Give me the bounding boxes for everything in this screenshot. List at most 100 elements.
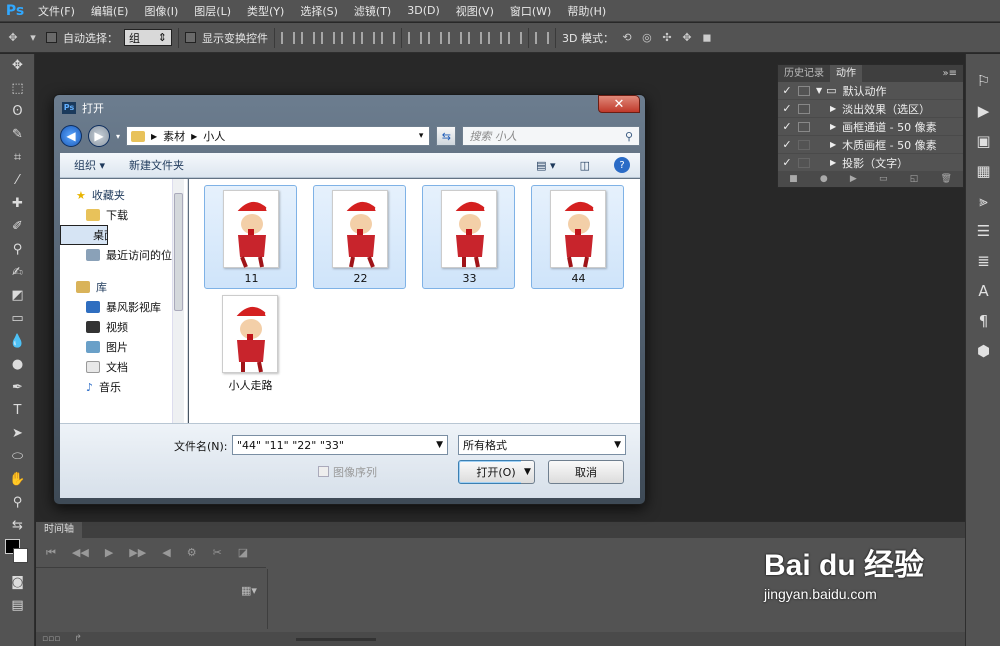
dialog-toggle-icon[interactable] — [798, 85, 810, 96]
healing-brush-tool-icon[interactable]: ✚ — [0, 192, 35, 215]
dialog-toggle-icon[interactable] — [798, 157, 810, 168]
trash-icon[interactable]: 🗑 — [940, 174, 951, 184]
nav-pictures[interactable]: 图片 — [60, 337, 187, 357]
dialog-toggle-icon[interactable] — [798, 103, 810, 114]
lasso-tool-icon[interactable]: ʘ — [0, 100, 35, 123]
menu-select[interactable]: 选择(S) — [292, 3, 346, 19]
align-top-icon[interactable] — [281, 31, 295, 44]
zoom-tool-icon[interactable]: ⚲ — [0, 491, 35, 514]
transition-icon[interactable]: ◪ — [238, 546, 248, 559]
menu-3d[interactable]: 3D(D) — [399, 4, 448, 17]
settings-icon[interactable]: ⚙ — [187, 546, 197, 559]
move-tool-icon[interactable]: ✥ — [6, 31, 20, 44]
check-icon[interactable]: ✓ — [778, 138, 796, 151]
chevron-down-icon[interactable]: ▼ — [436, 440, 443, 450]
eraser-tool-icon[interactable]: ◩ — [0, 284, 35, 307]
address-bar[interactable]: ▶ 素材 ▶ 小人 ▾ — [125, 126, 431, 146]
prev-frame-icon[interactable]: ◀◀ — [72, 546, 89, 559]
file-item[interactable]: 33 — [422, 185, 515, 289]
tab-timeline[interactable]: 时间轴 — [36, 522, 82, 538]
menu-image[interactable]: 图像(I) — [136, 3, 186, 19]
pan-3d-icon[interactable]: ✥ — [680, 31, 694, 44]
breadcrumb-item[interactable]: 小人 — [203, 128, 225, 144]
show-transform-checkbox[interactable] — [185, 32, 196, 43]
filename-input[interactable]: "44" "11" "22" "33" ▼ — [232, 435, 448, 455]
frame-anim-icon[interactable]: ▫▫▫ — [42, 634, 60, 644]
align-hcenter-icon[interactable] — [361, 31, 375, 44]
menu-type[interactable]: 类型(Y) — [239, 3, 292, 19]
nav-music[interactable]: ♪ 音乐 — [60, 377, 187, 397]
shape-tool-icon[interactable]: ⬭ — [0, 445, 35, 468]
scrollbar-thumb[interactable] — [174, 193, 183, 311]
crop-tool-icon[interactable]: ⌗ — [0, 146, 35, 169]
history-icon[interactable]: ⚐ — [966, 66, 1000, 96]
forward-button[interactable]: ▶ — [87, 125, 110, 147]
info-icon[interactable]: ▦ — [966, 156, 1000, 186]
tab-history[interactable]: 历史记录 — [778, 65, 830, 82]
image-sequence-checkbox[interactable] — [318, 466, 329, 477]
adjustments-icon[interactable]: ⫸ — [966, 186, 1000, 216]
history-brush-tool-icon[interactable]: ✍ — [0, 261, 35, 284]
check-icon[interactable]: ✓ — [778, 156, 796, 169]
check-icon[interactable]: ✓ — [778, 84, 796, 97]
chevron-right-icon[interactable]: ▶ — [151, 132, 157, 141]
film-icon[interactable]: ▦▾ — [241, 584, 257, 597]
chevron-right-icon[interactable]: ▶ — [830, 122, 836, 131]
nav-recent[interactable]: 最近访问的位置 — [60, 245, 187, 265]
eyedropper-tool-icon[interactable]: ⁄ — [0, 169, 35, 192]
auto-select-dropdown[interactable]: 组 ⇕ — [124, 29, 172, 46]
close-button[interactable]: ✕ — [598, 95, 640, 113]
nav-storm[interactable]: 暴风影视库 — [60, 297, 187, 317]
distribute-vcenter-icon[interactable] — [428, 31, 442, 44]
menu-edit[interactable]: 编辑(E) — [83, 3, 137, 19]
file-item[interactable]: 11 — [204, 185, 297, 289]
layers-comp-icon[interactable]: ▣ — [966, 126, 1000, 156]
nav-pane-scrollbar[interactable] — [172, 179, 184, 423]
swap-colors-icon[interactable]: ⇆ — [0, 514, 35, 537]
next-frame-icon[interactable]: ▶▶ — [129, 546, 146, 559]
auto-select-checkbox[interactable] — [46, 32, 57, 43]
move-tool-icon[interactable]: ✥ — [0, 54, 35, 77]
scissors-icon[interactable]: ✂ — [213, 546, 222, 559]
nav-favorites[interactable]: ★ 收藏夹 — [60, 185, 187, 205]
nav-documents[interactable]: 文档 — [60, 357, 187, 377]
chevron-down-icon[interactable]: ▾ — [419, 131, 430, 141]
convert-icon[interactable]: ↱ — [74, 634, 82, 644]
distribute-hcenter-icon[interactable] — [488, 31, 502, 44]
gradient-tool-icon[interactable]: ▭ — [0, 307, 35, 330]
breadcrumb-item[interactable]: 素材 — [163, 128, 185, 144]
preview-pane-icon[interactable]: ◫ — [580, 159, 590, 172]
zoom-slider[interactable] — [295, 637, 376, 641]
check-icon[interactable]: ✓ — [778, 120, 796, 133]
nav-downloads[interactable]: 下载 — [60, 205, 187, 225]
auto-align-icon[interactable] — [535, 31, 549, 44]
menu-window[interactable]: 窗口(W) — [502, 3, 559, 19]
dodge-tool-icon[interactable]: ● — [0, 353, 35, 376]
back-button[interactable]: ◀ — [60, 125, 82, 147]
orbit-3d-icon[interactable]: ⟲ — [620, 31, 634, 44]
action-row[interactable]: ✓ ▶ 画框通道 - 50 像素 — [778, 118, 963, 136]
open-options-dropdown[interactable]: ▼ — [521, 460, 535, 484]
dialog-toggle-icon[interactable] — [798, 121, 810, 132]
file-item[interactable]: 22 — [313, 185, 406, 289]
channels-icon[interactable]: ≣ — [966, 246, 1000, 276]
organize-button[interactable]: 组织 ▾ — [74, 157, 105, 173]
align-right-icon[interactable] — [381, 31, 395, 44]
pen-tool-icon[interactable]: ✒ — [0, 376, 35, 399]
action-row[interactable]: ✓ ▶ 木质画框 - 50 像素 — [778, 136, 963, 154]
file-item[interactable]: 44 — [531, 185, 624, 289]
new-folder-button[interactable]: 新建文件夹 — [129, 157, 184, 173]
menu-help[interactable]: 帮助(H) — [559, 3, 614, 19]
path-select-tool-icon[interactable]: ➤ — [0, 422, 35, 445]
blur-tool-icon[interactable]: 💧 — [0, 330, 35, 353]
clone-stamp-tool-icon[interactable]: ⚲ — [0, 238, 35, 261]
action-row[interactable]: ✓ ▶ 投影（文字） — [778, 154, 963, 172]
align-bottom-icon[interactable] — [321, 31, 335, 44]
play-icon[interactable]: ▶ — [850, 174, 857, 184]
view-options-icon[interactable]: ▤ ▾ — [536, 159, 555, 172]
chevron-right-icon[interactable]: ▶ — [191, 132, 197, 141]
check-icon[interactable]: ✓ — [778, 102, 796, 115]
first-frame-icon[interactable]: ⏮ — [46, 546, 56, 560]
chevron-down-icon[interactable]: ▾ — [116, 132, 120, 141]
drag-3d-icon[interactable]: ✣ — [660, 31, 674, 44]
